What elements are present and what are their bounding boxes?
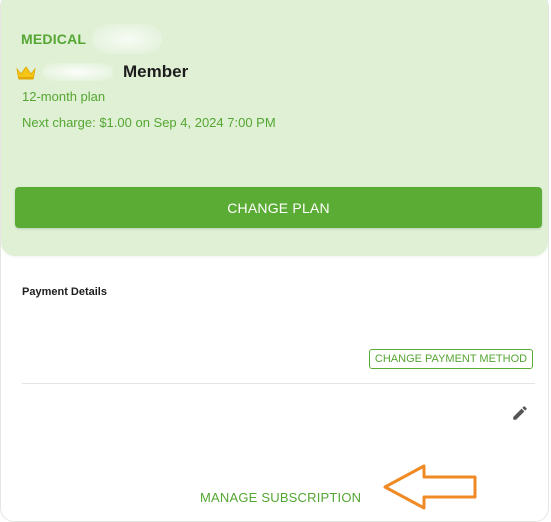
manage-subscription-link[interactable]: MANAGE SUBSCRIPTION	[200, 490, 361, 505]
change-plan-button[interactable]: CHANGE PLAN	[15, 187, 542, 228]
divider	[22, 383, 535, 384]
plan-title-row: Member	[15, 59, 188, 85]
arrow-left-icon	[383, 464, 477, 510]
redacted-name	[43, 63, 113, 81]
change-payment-method-button[interactable]: CHANGE PAYMENT METHOD	[369, 349, 533, 369]
pencil-icon[interactable]	[511, 404, 529, 422]
plan-category: MEDICAL	[21, 31, 87, 47]
plan-term: 12-month plan	[22, 89, 106, 104]
next-charge: Next charge: $1.00 on Sep 4, 2024 7:00 P…	[22, 115, 276, 130]
plan-tier-label: Member	[123, 62, 189, 81]
redacted-text	[92, 24, 162, 54]
crown-icon	[16, 66, 36, 80]
payment-details-title: Payment Details	[22, 286, 107, 298]
